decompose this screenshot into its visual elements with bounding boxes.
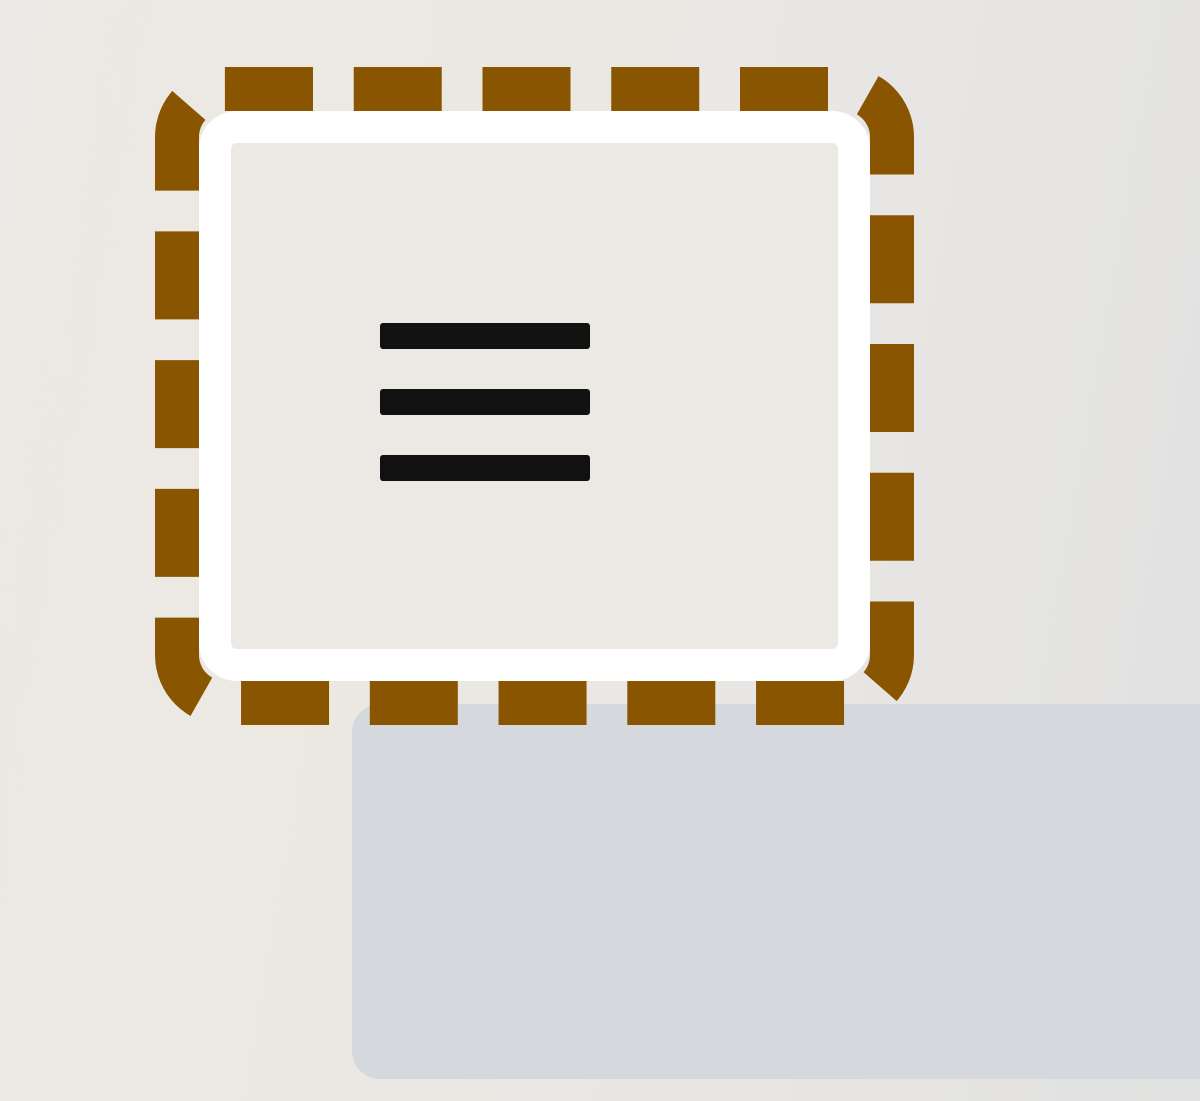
menu-button[interactable] — [199, 111, 870, 681]
hamburger-menu-icon — [379, 323, 590, 481]
content-panel — [352, 704, 1200, 1079]
